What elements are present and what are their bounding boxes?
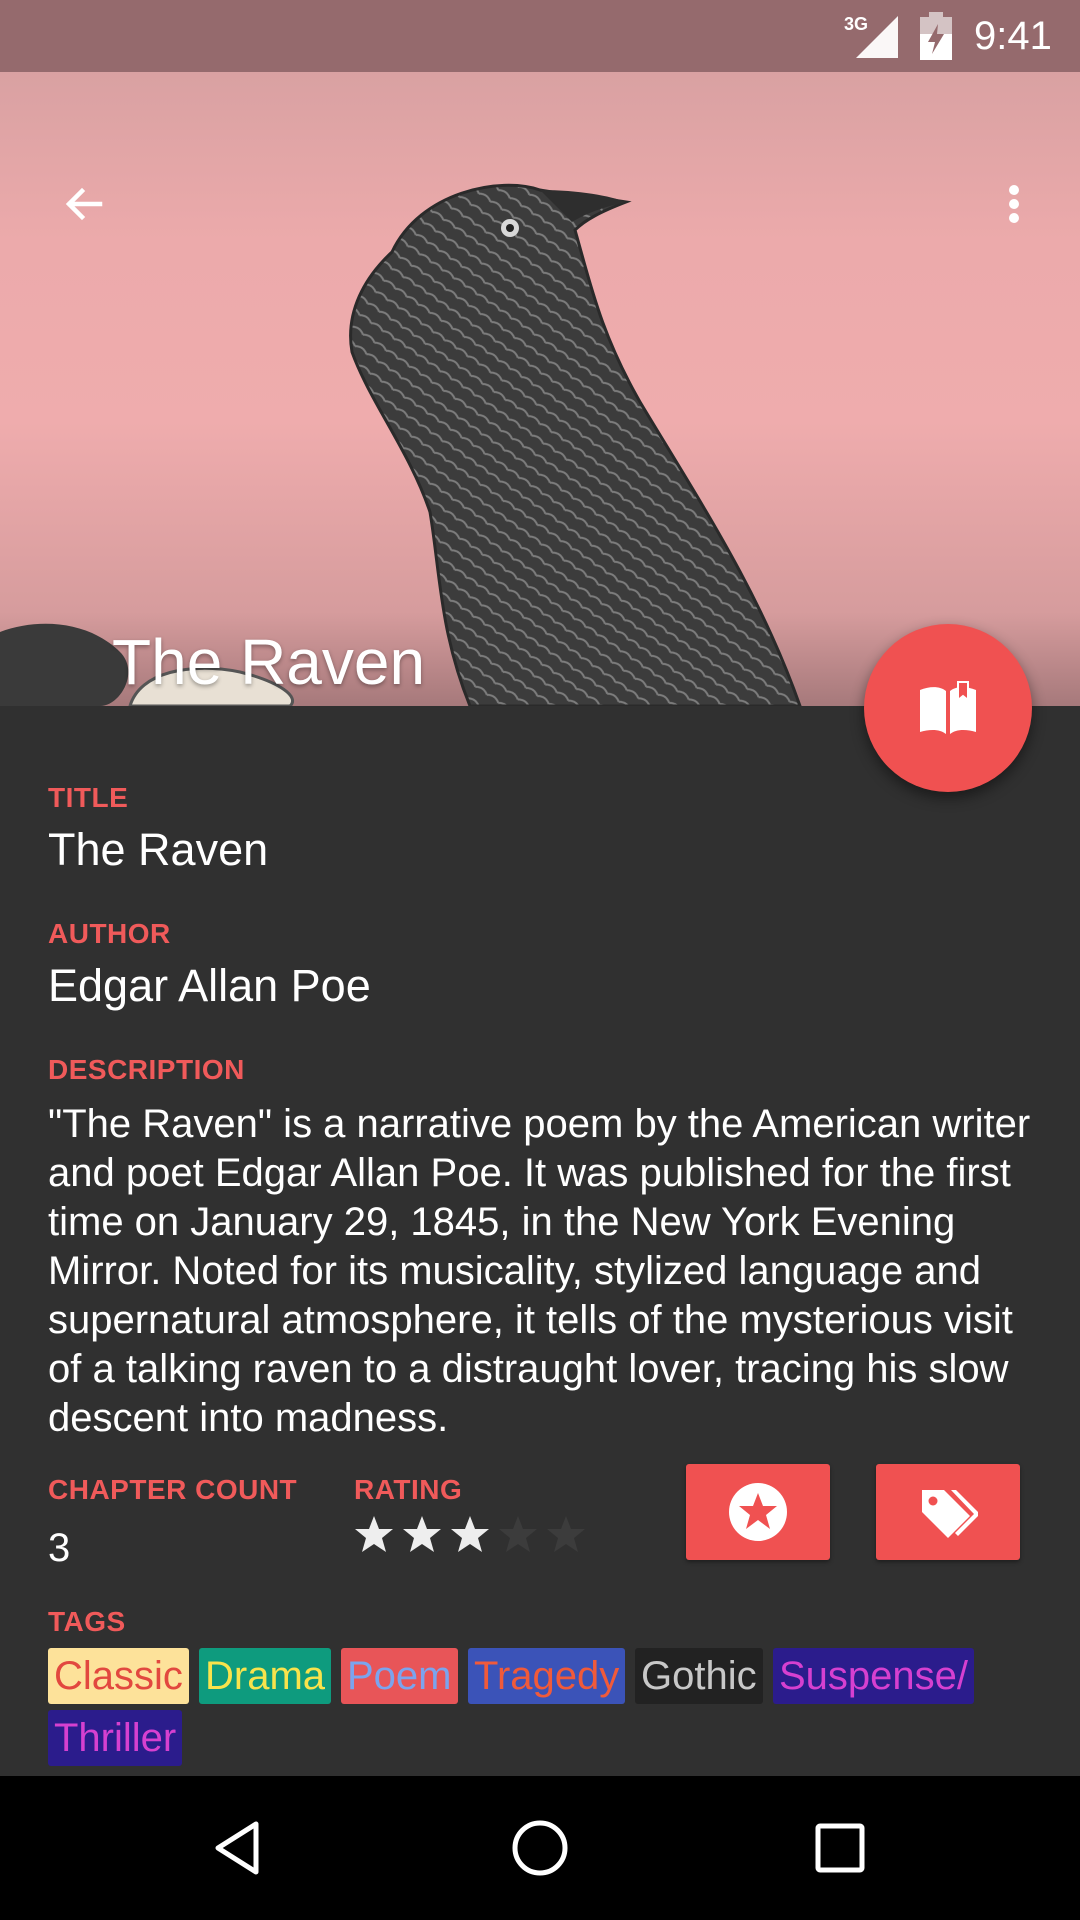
cellular-signal-icon: 3G (844, 14, 898, 58)
tags-icon (922, 1490, 978, 1538)
tags-label: TAGS (48, 1606, 126, 1637)
status-bar: 3G 9:41 (0, 0, 1080, 72)
rating-stars[interactable] (354, 1514, 594, 1562)
circle-home-icon (512, 1820, 568, 1876)
star-filled-icon[interactable] (450, 1514, 490, 1554)
clock: 9:41 (974, 14, 1052, 58)
raven-illustration (0, 183, 802, 706)
star-empty-icon[interactable] (546, 1514, 586, 1554)
star-empty-icon[interactable] (498, 1514, 538, 1554)
triangle-back-icon (215, 1821, 259, 1875)
favorite-button[interactable] (686, 1464, 830, 1560)
book-cover-header: The Raven (0, 72, 1080, 706)
tag-chip[interactable]: Suspense/ (773, 1648, 975, 1704)
title-label: TITLE (48, 782, 129, 813)
back-button[interactable] (36, 156, 132, 252)
system-navigation-bar (0, 1776, 1080, 1920)
arrow-left-icon (65, 187, 103, 221)
star-circle-icon (729, 1483, 787, 1541)
battery-icon (920, 12, 952, 60)
open-book-icon (920, 681, 976, 734)
read-book-fab[interactable] (864, 624, 1032, 792)
header-title: The Raven (112, 626, 426, 698)
tag-chip[interactable]: Classic (48, 1648, 189, 1704)
star-filled-icon[interactable] (354, 1514, 394, 1554)
chapter-count-label: CHAPTER COUNT (48, 1474, 298, 1505)
description-label: DESCRIPTION (48, 1054, 245, 1085)
book-description: "The Raven" is a narrative poem by the A… (48, 1102, 1031, 1440)
more-vert-icon (1009, 185, 1019, 223)
tags-button[interactable] (876, 1464, 1020, 1560)
book-author: Edgar Allan Poe (48, 960, 371, 1011)
overflow-menu-button[interactable] (966, 156, 1062, 252)
nav-back-button[interactable] (192, 1800, 288, 1896)
nav-recents-button[interactable] (792, 1800, 888, 1896)
author-label: AUTHOR (48, 918, 171, 949)
tag-chip[interactable]: Drama (199, 1648, 332, 1704)
tag-chip[interactable]: Thriller (48, 1710, 183, 1766)
network-type: 3G (844, 14, 868, 34)
tag-chip[interactable]: Tragedy (468, 1648, 626, 1704)
chapter-count: 3 (48, 1526, 71, 1570)
nav-home-button[interactable] (492, 1800, 588, 1896)
book-title: The Raven (48, 824, 269, 875)
tag-chip[interactable]: Gothic (635, 1648, 763, 1704)
rating-label: RATING (354, 1474, 463, 1505)
star-filled-icon[interactable] (402, 1514, 442, 1554)
square-recents-icon (815, 1823, 865, 1873)
tag-chip[interactable]: Poem (341, 1648, 458, 1704)
